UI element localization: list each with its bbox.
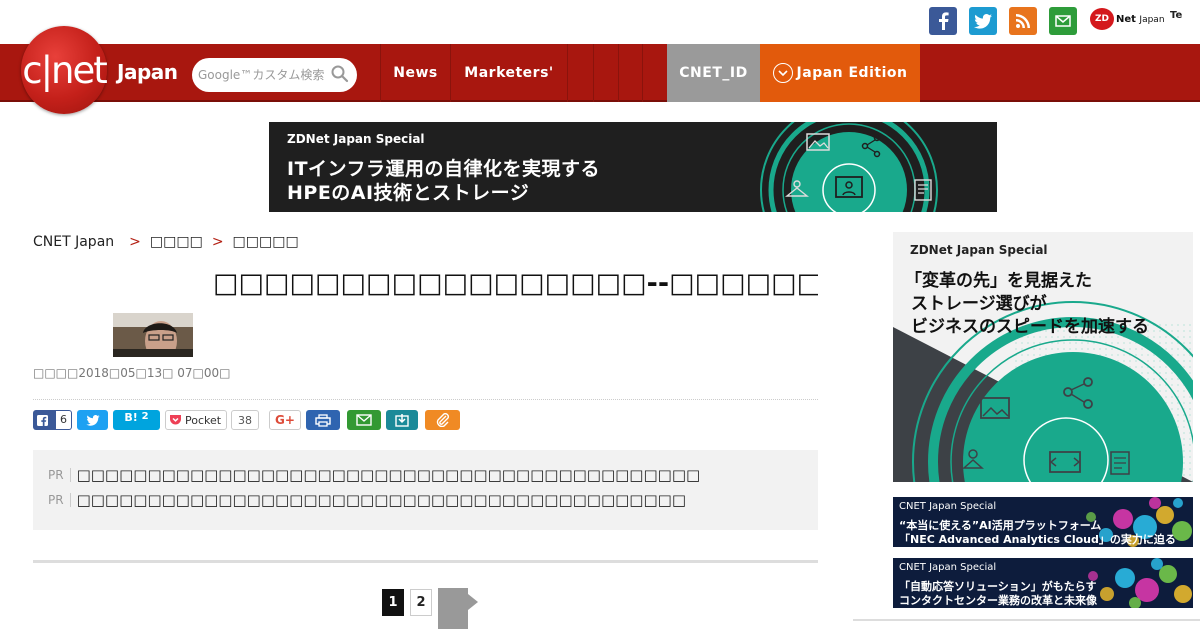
sidebar-ad1-line1: 「変革の先」を見据えた <box>905 271 1092 291</box>
nav-marketers[interactable]: Marketers' <box>450 44 567 102</box>
breadcrumb: CNET Japan > □□□□ > □□□□□ <box>33 234 299 250</box>
cnet-logo[interactable]: c|net <box>21 26 108 114</box>
zdnet-mark: ZD <box>1090 8 1114 30</box>
top-banner-ad[interactable]: ZDNet Japan Special ITインフラ運用の自律化を実現する HP… <box>269 122 997 212</box>
email-share-button[interactable] <box>347 410 381 430</box>
article-meta: □□□□2018□05□13□ 07□00□ <box>33 366 231 380</box>
nav-news[interactable]: News <box>380 44 450 102</box>
banner-graphic <box>760 122 938 212</box>
sidebar-ad-contact-center[interactable]: CNET Japan Special 「自動応答ソリューション」がもたらす コン… <box>893 558 1193 608</box>
pr-item: PR □□□□□□□□□□□□□□□□□□□□□□□□□□□□□□□□□□□□□… <box>48 466 700 484</box>
top-social-strip: ZD Net Japan Te <box>0 0 1200 44</box>
site-search <box>192 58 357 92</box>
pocket-button[interactable]: Pocket <box>165 410 227 430</box>
banner-line1: ITインフラ運用の自律化を実現する <box>287 158 600 180</box>
pr-link[interactable]: □□□□□□□□□□□□□□□□□□□□□□□□□□□□□□□□□□□□□□□□… <box>77 466 701 484</box>
mail-icon[interactable] <box>1049 7 1077 35</box>
save-button[interactable] <box>386 410 418 430</box>
sidebar-ad-storage[interactable]: ZDNet Japan Special 「変革の先」を見据えた ストレージ選びが… <box>893 232 1193 482</box>
zdnet-japan-logo[interactable]: ZD Net Japan <box>1090 8 1165 30</box>
breadcrumb-separator: > <box>129 234 141 250</box>
pr-tag: PR <box>48 493 71 507</box>
twitter-icon[interactable] <box>969 7 997 35</box>
sidebar-ad3-line2: コンタクトセンター業務の改革と未来像 <box>899 594 1097 607</box>
hatena-label: B! <box>124 411 138 424</box>
sidebar-ad1-line2: ストレージ選びが <box>911 294 1047 314</box>
clip-button[interactable] <box>425 410 460 430</box>
breadcrumb-level2[interactable]: □□□□□ <box>233 234 299 250</box>
facebook-icon[interactable] <box>929 7 957 35</box>
japan-edition-label: Japan Edition <box>796 65 908 81</box>
zdnet-label: Net <box>1116 13 1136 25</box>
sidebar-ad-nec[interactable]: CNET Japan Special “本当に使える”AI活用プラットフォーム … <box>893 497 1193 547</box>
breadcrumb-home[interactable]: CNET Japan <box>33 234 114 250</box>
sidebar-ad3-label: CNET Japan Special <box>899 562 997 573</box>
download-icon <box>395 414 409 427</box>
zdnet-small-label: Japan <box>1139 14 1165 25</box>
te-label: Te <box>1170 10 1183 21</box>
nav-item-4[interactable] <box>593 44 618 102</box>
article-title: □□□□□□□□□□□□□□□□□--□□□□□□□□□□□□□□□□□□□□ <box>213 268 818 299</box>
pr-link[interactable]: □□□□□□□□□□□□□□□□□□□□□□□□□□□□□□□□□□□□□□□□… <box>77 491 686 509</box>
sidebar-divider <box>853 619 1200 621</box>
pr-item: PR □□□□□□□□□□□□□□□□□□□□□□□□□□□□□□□□□□□□□… <box>48 491 686 509</box>
cnet-logo-japan[interactable]: Japan <box>117 60 178 84</box>
page-2-link[interactable]: 2 <box>410 589 432 616</box>
facebook-icon <box>37 414 48 426</box>
sidebar-ad1-line3: ビジネスのスピードを加速する <box>911 317 1149 337</box>
banner-line2: HPEのAI技術とストレージ <box>287 182 530 204</box>
pr-links-box: PR □□□□□□□□□□□□□□□□□□□□□□□□□□□□□□□□□□□□□… <box>33 450 818 530</box>
twitter-share-button[interactable] <box>77 410 108 430</box>
techrepublic-logo[interactable]: Te <box>1170 10 1182 21</box>
hatena-bookmark-button[interactable]: B! 2 <box>113 410 160 430</box>
sidebar-ad1-label: ZDNet Japan Special <box>910 243 1048 257</box>
nav-item-3[interactable] <box>567 44 593 102</box>
nav-cnet-id[interactable]: CNET_ID <box>667 44 760 102</box>
pocket-icon <box>170 415 181 425</box>
facebook-share-button[interactable]: 6 <box>33 410 72 430</box>
facebook-share-count: 6 <box>56 411 71 429</box>
breadcrumb-level1[interactable]: □□□□ <box>150 234 203 250</box>
mail-icon <box>356 414 372 426</box>
zdnet-logo-text: Net Japan <box>1116 14 1165 25</box>
pocket-count: 38 <box>231 410 259 430</box>
search-input[interactable] <box>198 66 326 84</box>
rss-icon[interactable] <box>1009 7 1037 35</box>
nav-item-5[interactable] <box>618 44 643 102</box>
next-arrow-icon <box>438 588 478 629</box>
cnet-logo-text: c|net <box>22 48 108 92</box>
hatena-count: 2 <box>141 411 149 422</box>
twitter-icon <box>85 414 100 426</box>
search-icon[interactable] <box>331 65 349 87</box>
sidebar-ad2-label: CNET Japan Special <box>899 501 997 512</box>
next-page-button[interactable] <box>438 588 478 629</box>
pocket-label: Pocket <box>185 413 222 427</box>
pr-tag: PR <box>48 468 71 482</box>
sidebar-ad2-line2: 「NEC Advanced Analytics Cloud」の実力に迫る <box>899 533 1176 546</box>
print-button[interactable] <box>306 410 340 430</box>
divider <box>33 560 818 563</box>
google-plus-button[interactable]: G+ <box>269 410 301 430</box>
chevron-down-icon <box>772 63 793 83</box>
divider <box>33 399 818 400</box>
breadcrumb-separator: > <box>211 234 224 250</box>
print-icon <box>315 413 331 427</box>
nav-japan-edition[interactable]: Japan Edition <box>760 44 920 102</box>
banner-label: ZDNet Japan Special <box>287 132 425 146</box>
page-current: 1 <box>382 589 404 616</box>
author-photo <box>113 313 193 357</box>
paperclip-icon <box>436 413 449 427</box>
